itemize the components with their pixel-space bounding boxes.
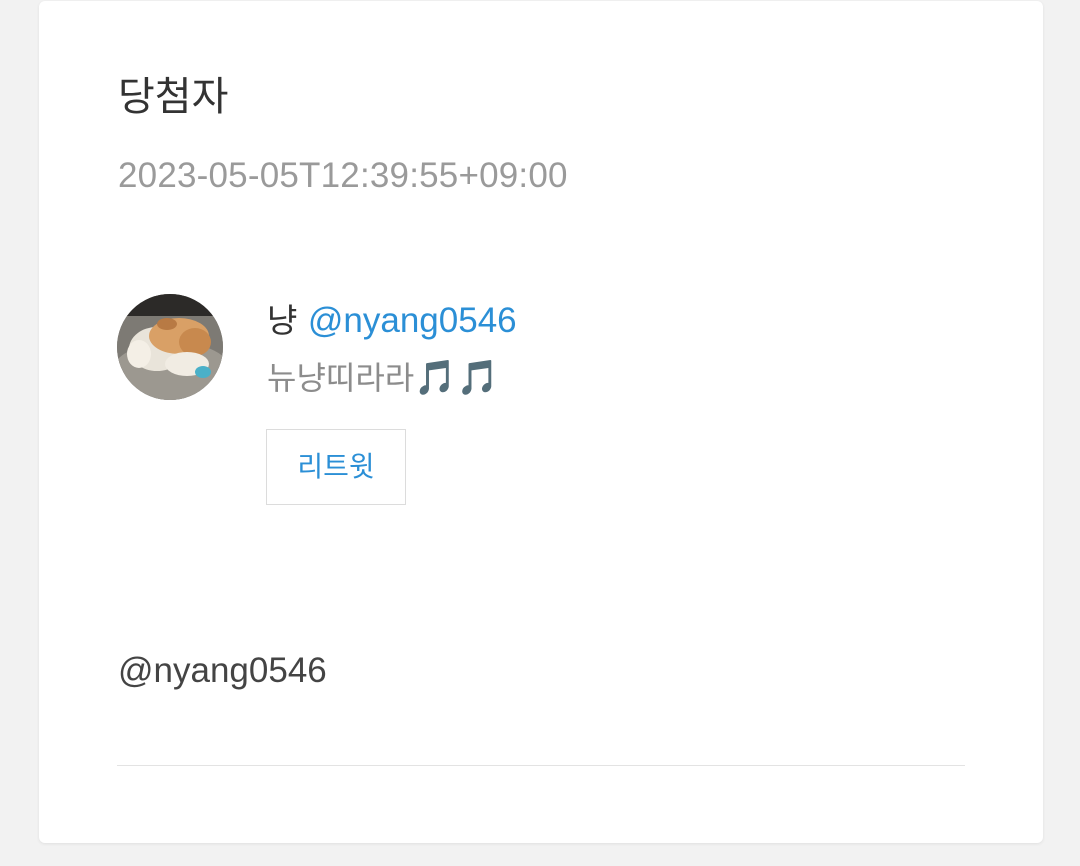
music-notes-icon: 🎵🎵 [414,358,499,398]
timestamp: 2023-05-05T12:39:55+09:00 [118,156,568,195]
winner-card: 당첨자 2023-05-05T12:39:55+09:00 냥 @nyang05… [39,1,1043,843]
avatar[interactable] [117,294,223,400]
author-name: 냥 [267,301,298,340]
author-bio: 뉴냥띠라라🎵🎵 [267,356,499,400]
cat-photo-icon [117,294,223,400]
divider [117,765,965,766]
page-title: 당첨자 [118,74,229,120]
author-handle-link[interactable]: @nyang0546 [308,301,517,340]
retweet-button[interactable]: 리트윗 [266,429,406,505]
author-line: 냥 @nyang0546 [267,299,517,343]
winner-handle: @nyang0546 [118,651,327,690]
bio-text: 뉴냥띠라라 [267,359,415,397]
